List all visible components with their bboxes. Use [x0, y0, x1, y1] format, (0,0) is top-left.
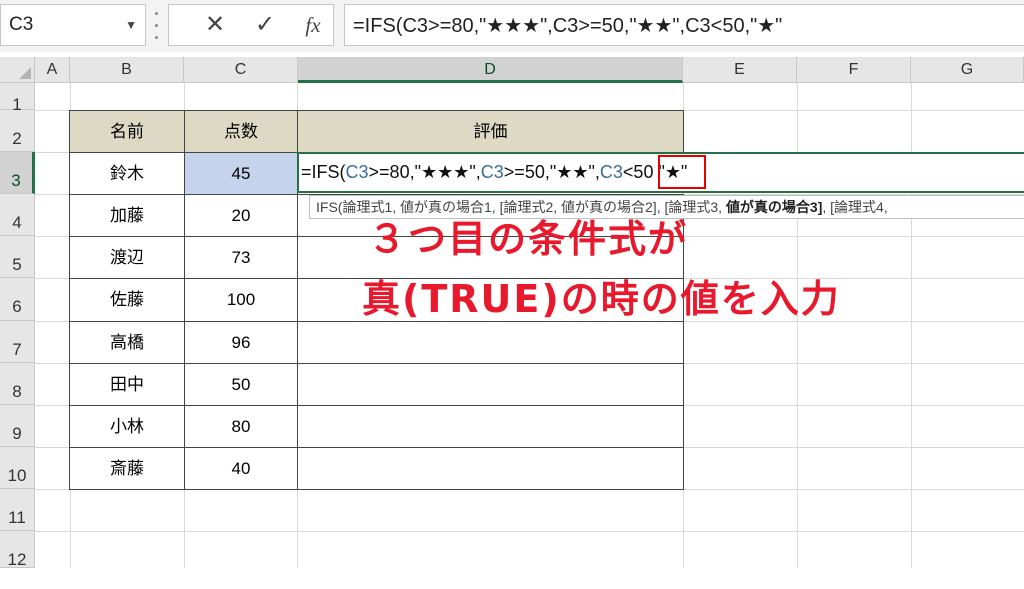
annotation-line-2: 真(TRUE)の時の値を入力: [362, 277, 841, 321]
cell-name[interactable]: 田中: [69, 363, 185, 406]
cell-name[interactable]: 高橋: [69, 321, 185, 364]
cell-name[interactable]: 渡辺: [69, 236, 185, 279]
drag-handle[interactable]: [154, 12, 160, 40]
column-header-c[interactable]: C: [184, 57, 298, 83]
gridline: [35, 531, 1024, 532]
row-header-5[interactable]: 5: [0, 236, 35, 278]
column-header-e[interactable]: E: [683, 57, 797, 83]
tooltip-text: , [論理式4,: [822, 199, 888, 215]
tooltip-current-arg: 値が真の場合3]: [725, 199, 823, 215]
cell-name[interactable]: 小林: [69, 405, 185, 448]
cancel-icon[interactable]: ✕: [195, 5, 235, 45]
column-header-d[interactable]: D: [298, 57, 683, 83]
cell-rating[interactable]: [297, 447, 684, 490]
row-header-4[interactable]: 4: [0, 194, 35, 236]
header-cell-name[interactable]: 名前: [69, 110, 185, 153]
row-header-10[interactable]: 10: [0, 447, 35, 489]
annotation-line-1: ３つ目の条件式が: [368, 217, 689, 261]
cell-reference: C3: [345, 162, 369, 182]
row-header-3[interactable]: 3: [0, 152, 35, 194]
formula-bar: C3 ▼ ✕ ✓ fx =IFS(C3>=80,"★★★",C3>=50,"★★…: [0, 0, 1024, 52]
select-all-button[interactable]: [0, 57, 35, 83]
column-header-b[interactable]: B: [70, 57, 184, 83]
cell-name[interactable]: 佐藤: [69, 278, 185, 322]
cell-score[interactable]: 50: [184, 363, 298, 406]
chevron-down-icon[interactable]: ▼: [125, 18, 137, 32]
column-header-f[interactable]: F: [797, 57, 911, 83]
header-cell-rating[interactable]: 評価: [297, 110, 684, 153]
column-header-g[interactable]: G: [911, 57, 1024, 83]
column-header-a[interactable]: A: [35, 57, 70, 83]
cell-rating[interactable]: [297, 363, 684, 406]
check-icon[interactable]: ✓: [245, 5, 285, 45]
cell-name[interactable]: 鈴木: [69, 152, 185, 195]
formula-part: =IFS(: [301, 162, 346, 182]
cell-score[interactable]: 100: [184, 278, 298, 322]
insert-function-icon[interactable]: fx: [293, 5, 333, 45]
in-cell-formula: =IFS(C3>=80,"★★★",C3>=50,"★★",C3<50 "★": [301, 162, 687, 183]
cell-name[interactable]: 加藤: [69, 194, 185, 237]
cell-score[interactable]: 73: [184, 236, 298, 279]
cell-rating[interactable]: [297, 405, 684, 448]
row-header-11[interactable]: 11: [0, 489, 35, 531]
cell-score[interactable]: 40: [184, 447, 298, 490]
row-header-1[interactable]: 1: [0, 83, 35, 114]
cell-reference: C3: [480, 162, 504, 182]
row-header-12[interactable]: 12: [0, 531, 35, 569]
highlight-box: [658, 155, 706, 189]
cell-rating[interactable]: [297, 321, 684, 364]
cell-score-selected[interactable]: 45: [184, 152, 298, 195]
name-box-value: C3: [9, 14, 34, 35]
formula-part: >=50,"★★",: [503, 162, 600, 182]
cell-score[interactable]: 80: [184, 405, 298, 448]
row-header-7[interactable]: 7: [0, 321, 35, 363]
formula-text: =IFS(C3>=80,"★★★",C3>=50,"★★",C3<50,"★": [353, 15, 783, 37]
cell-score[interactable]: 20: [184, 194, 298, 237]
name-box[interactable]: C3 ▼: [0, 4, 146, 46]
formula-part: >=80,"★★★",: [368, 162, 481, 182]
row-header-9[interactable]: 9: [0, 405, 35, 447]
formula-buttons: ✕ ✓ fx: [168, 4, 334, 46]
cell-name[interactable]: 斎藤: [69, 447, 185, 490]
row-header-2[interactable]: 2: [0, 110, 35, 152]
cell-score[interactable]: 96: [184, 321, 298, 364]
row-header-6[interactable]: 6: [0, 278, 35, 321]
formula-part: <50: [622, 162, 659, 182]
cell-reference: C3: [599, 162, 623, 182]
formula-input[interactable]: =IFS(C3>=80,"★★★",C3>=50,"★★",C3<50,"★": [344, 4, 1024, 46]
header-cell-score[interactable]: 点数: [184, 110, 298, 153]
row-header-8[interactable]: 8: [0, 363, 35, 405]
